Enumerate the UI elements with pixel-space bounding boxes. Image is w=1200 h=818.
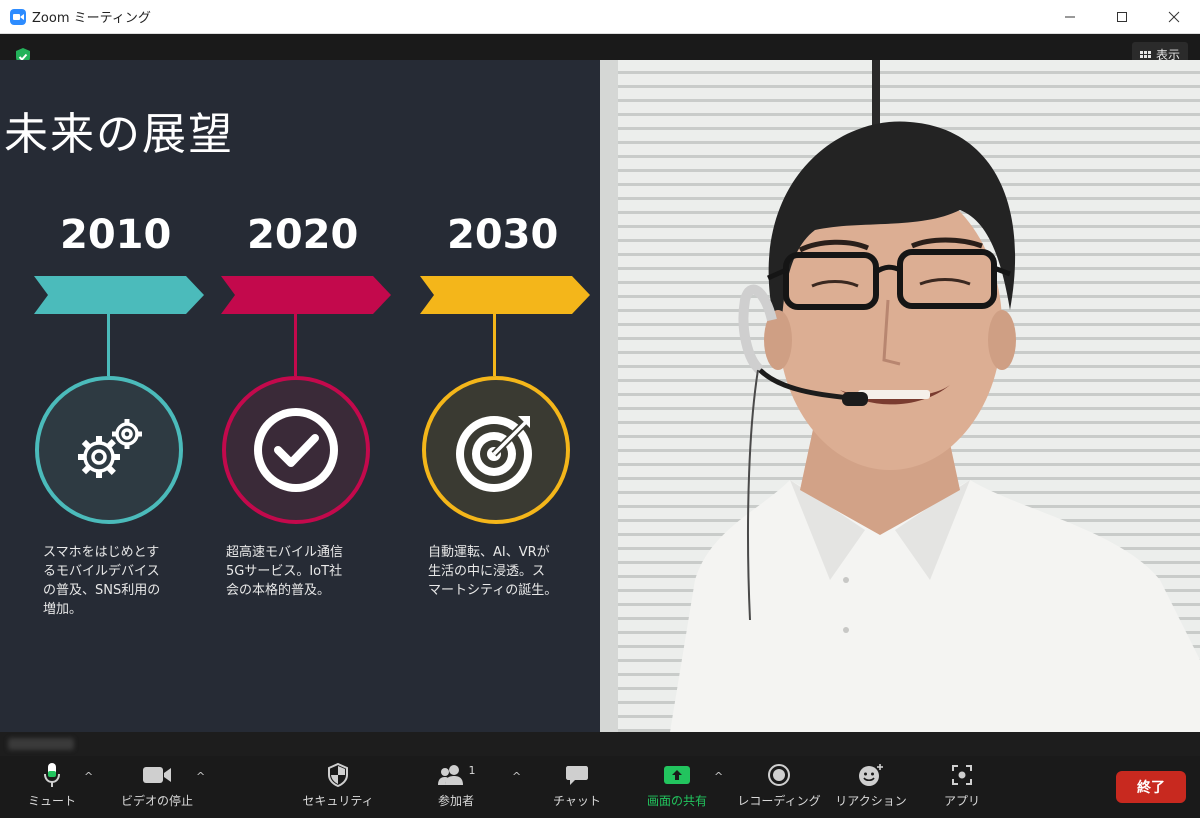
meeting-top-strip: [0, 34, 1200, 60]
timeline-arrow-2030: [420, 276, 590, 314]
timeline-stem-2030: [493, 314, 496, 376]
timeline-desc-2010: スマホをはじめとす るモバイルデバイス の普及、SNS利用の 増加。: [43, 543, 203, 619]
desc-line: の普及、SNS利用の: [43, 583, 161, 598]
timeline-arrow-2010: [34, 276, 204, 314]
window-titlebar: Zoom ミーティング: [0, 0, 1200, 34]
share-screen-label: 画面の共有: [646, 794, 707, 808]
zoom-logo-icon: [10, 8, 26, 25]
participant-name-blurred: [8, 738, 74, 750]
shared-slide: 未来の展望 2010 スマホをはじめとす るモバイルデバイス の普及、SNS利用…: [0, 60, 600, 732]
end-meeting-button[interactable]: 終了: [1116, 771, 1186, 803]
desc-line: 自動運転、AI、VRが: [428, 545, 550, 560]
timeline-year-2020: 2020: [247, 212, 359, 258]
chat-label: チャット: [553, 794, 601, 808]
desc-line: 増加。: [43, 602, 83, 617]
share-screen-arrow-icon: [664, 766, 690, 784]
security-button[interactable]: セキュリティ: [288, 760, 388, 814]
timeline-circle-2020: [222, 376, 370, 524]
stop-video-button[interactable]: ビデオの停止: [107, 760, 207, 814]
close-icon: [1168, 11, 1180, 23]
record-button[interactable]: レコーディング: [729, 760, 829, 814]
record-icon: [768, 764, 790, 786]
timeline-desc-2030: 自動運転、AI、VRが 生活の中に浸透。ス マートシティの誕生。: [428, 543, 588, 600]
participant-name-strip: [0, 732, 1200, 756]
view-grid-icon: [1139, 50, 1151, 58]
apps-button[interactable]: アプリ: [912, 760, 1012, 814]
target-icon: [456, 416, 532, 492]
timeline-arrow-2020: [221, 276, 391, 314]
maximize-button[interactable]: [1096, 0, 1148, 34]
minimize-icon: [1065, 16, 1075, 18]
desc-line: 会の本格的普及。: [226, 583, 331, 598]
reactions-button[interactable]: リアクション: [821, 760, 921, 814]
timeline-year-2030: 2030: [447, 212, 559, 258]
slide-title: 未来の展望: [4, 109, 234, 160]
timeline-desc-2020: 超高速モバイル通信 5Gサービス。IoT社 会の本格的普及。: [226, 543, 386, 600]
desc-line: 5Gサービス。IoT社: [226, 564, 343, 579]
share-screen-button[interactable]: 画面の共有: [627, 760, 727, 814]
close-button[interactable]: [1148, 0, 1200, 34]
desc-line: 超高速モバイル通信: [226, 545, 344, 560]
participants-icon: [437, 765, 463, 785]
timeline-stem-2020: [294, 314, 297, 376]
participant-video: [600, 60, 1200, 732]
share-options-caret-icon[interactable]: ^: [714, 770, 723, 783]
timeline-circle-2030: [422, 376, 570, 524]
video-camera-icon: [143, 767, 171, 783]
participants-options-caret-icon[interactable]: ^: [512, 770, 521, 783]
participants-label: 参加者: [437, 794, 474, 808]
security-label: セキュリティ: [302, 794, 374, 808]
stop-video-label: ビデオの停止: [120, 794, 193, 808]
desc-line: 生活の中に浸透。ス: [428, 564, 546, 579]
participants-button[interactable]: 1 参加者: [406, 760, 506, 814]
record-label: レコーディング: [737, 794, 821, 808]
reactions-label: リアクション: [835, 794, 907, 808]
meeting-toolbar: ミュート ^ ビデオの停止 ^ セキュリティ 1 参加者 ^ チャット 画面の共…: [0, 756, 1200, 818]
window-title: Zoom ミーティング: [32, 11, 151, 26]
participant-video-image: [600, 60, 1200, 732]
security-shield-icon: [328, 763, 348, 787]
desc-line: スマホをはじめとす: [43, 545, 160, 560]
chat-button[interactable]: チャット: [527, 760, 627, 814]
mute-button[interactable]: ミュート: [2, 760, 102, 814]
desc-line: るモバイルデバイス: [43, 564, 160, 579]
mute-label: ミュート: [27, 794, 76, 808]
microphone-icon: [44, 763, 60, 787]
maximize-icon: [1117, 12, 1127, 22]
apps-icon: [952, 765, 972, 785]
video-options-caret-icon[interactable]: ^: [196, 770, 205, 783]
timeline-circle-2010: [35, 376, 183, 524]
reaction-smiley-icon: [859, 764, 883, 786]
audio-options-caret-icon[interactable]: ^: [84, 770, 93, 783]
minimize-button[interactable]: [1044, 0, 1096, 34]
gears-icon: [78, 419, 142, 478]
timeline-stem-2010: [107, 314, 110, 376]
chat-bubble-icon: [566, 766, 588, 785]
desc-line: マートシティの誕生。: [428, 583, 558, 598]
check-icon: [254, 408, 338, 492]
participant-count: 1: [468, 763, 476, 777]
apps-label: アプリ: [943, 794, 980, 808]
timeline-year-2010: 2010: [60, 212, 172, 258]
